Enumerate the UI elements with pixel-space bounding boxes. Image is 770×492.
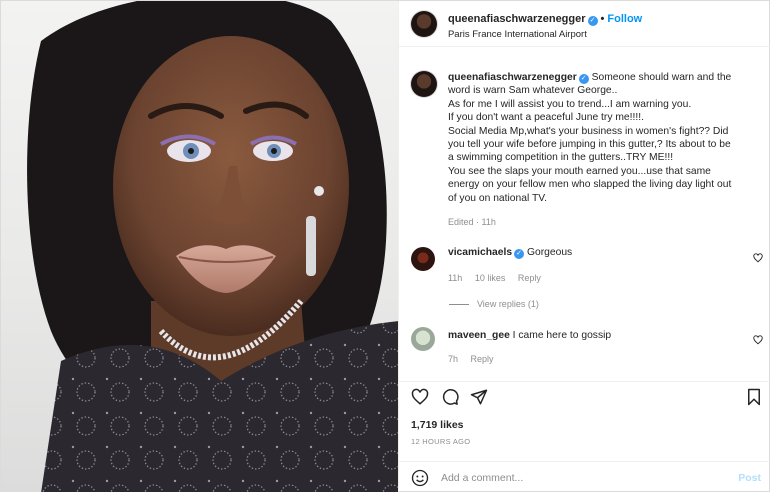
commenter-avatar[interactable] [410, 247, 435, 271]
commenter-username[interactable]: maveen_gee [448, 330, 510, 341]
comment-time: 11h [447, 273, 463, 283]
caption-meta: Edited · 11h [447, 217, 496, 227]
post-photo[interactable] [1, 1, 398, 492]
post-caption: queenafiaschwarzenegger ✓ Someone should … [448, 71, 760, 205]
caption-line: of you on national TV. [447, 192, 548, 204]
bookmark-icon[interactable] [745, 388, 763, 406]
reply-button[interactable]: Reply [471, 354, 494, 364]
view-replies-button[interactable]: View replies (1) [448, 299, 539, 309]
verified-badge-icon: ✓ [514, 249, 525, 259]
comment-input[interactable] [440, 468, 721, 488]
instagram-post-modal: queenafiaschwarzenegger ✓ • Follow Paris Fr… [0, 0, 770, 492]
author-avatar[interactable] [410, 11, 437, 37]
verified-badge-icon: ✓ [587, 16, 598, 26]
location-link[interactable]: Paris France International Airport [448, 29, 587, 40]
caption-username[interactable]: queenafiaschwarzenegger [448, 72, 577, 83]
add-comment-bar: Post [398, 461, 770, 492]
comment-meta: 7h Reply [448, 354, 494, 364]
comment-text: Gorgeous [526, 247, 573, 258]
comment: vicamichaels ✓ Gorgeous [448, 247, 572, 259]
post-header: queenafiaschwarzenegger ✓ • Follow Paris Fr… [398, 1, 770, 47]
action-bar [398, 381, 770, 411]
post-timestamp[interactable]: 12 HOURS AGO [411, 437, 470, 446]
commenter-avatar[interactable] [410, 327, 435, 351]
caption-line: energy on your fellow men who slapped th… [447, 179, 732, 191]
comment-meta: 11h 10 likes Reply [448, 273, 541, 283]
comment-likes[interactable]: 10 likes [475, 273, 506, 283]
caption-line: Social Media Mp,what's your business in … [447, 125, 729, 137]
post-comment-button[interactable]: Post [738, 472, 761, 484]
verified-badge-icon: ✓ [578, 74, 589, 84]
view-replies-label: View replies (1) [476, 299, 539, 309]
caption-line: As for me I will assist you to trend...I… [447, 98, 692, 110]
comment: maveen_gee I came here to gossip [448, 330, 611, 341]
replies-divider [448, 304, 469, 306]
comment-time: 7h [447, 354, 458, 364]
caption-line: a swimming competition in the gutters..T… [447, 152, 674, 164]
emoji-icon[interactable] [411, 469, 429, 487]
comment-heart-icon[interactable] [753, 253, 763, 263]
caption-line: You see the slaps your mouth earned you.… [447, 165, 711, 177]
caption-author-avatar[interactable] [410, 71, 437, 97]
share-icon[interactable] [470, 388, 488, 406]
follow-button[interactable]: Follow [607, 13, 642, 25]
commenter-username[interactable]: vicamichaels [448, 247, 512, 258]
caption-line: word is warn Sam whatever George.. [447, 85, 618, 97]
comment-text: I came here to gossip [512, 330, 612, 341]
reply-button[interactable]: Reply [518, 273, 541, 283]
header-user-row: queenafiaschwarzenegger ✓ • Follow [448, 13, 642, 26]
caption-line: Someone should warn and the [591, 72, 732, 83]
heart-icon[interactable] [411, 388, 429, 406]
caption-line: you tell your wife before jumping in thi… [447, 139, 731, 151]
author-username[interactable]: queenafiaschwarzenegger [448, 13, 586, 25]
comment-heart-icon[interactable] [753, 335, 763, 345]
portrait-illustration [27, 1, 398, 492]
post-details-panel: queenafiaschwarzenegger ✓ • Follow Paris Fr… [397, 1, 770, 492]
comment-icon[interactable] [441, 388, 459, 406]
caption-line: If you don't want a peaceful June try me… [447, 112, 644, 124]
separator-dot: • [600, 13, 605, 25]
likes-count[interactable]: 1,719 likes [411, 419, 464, 431]
